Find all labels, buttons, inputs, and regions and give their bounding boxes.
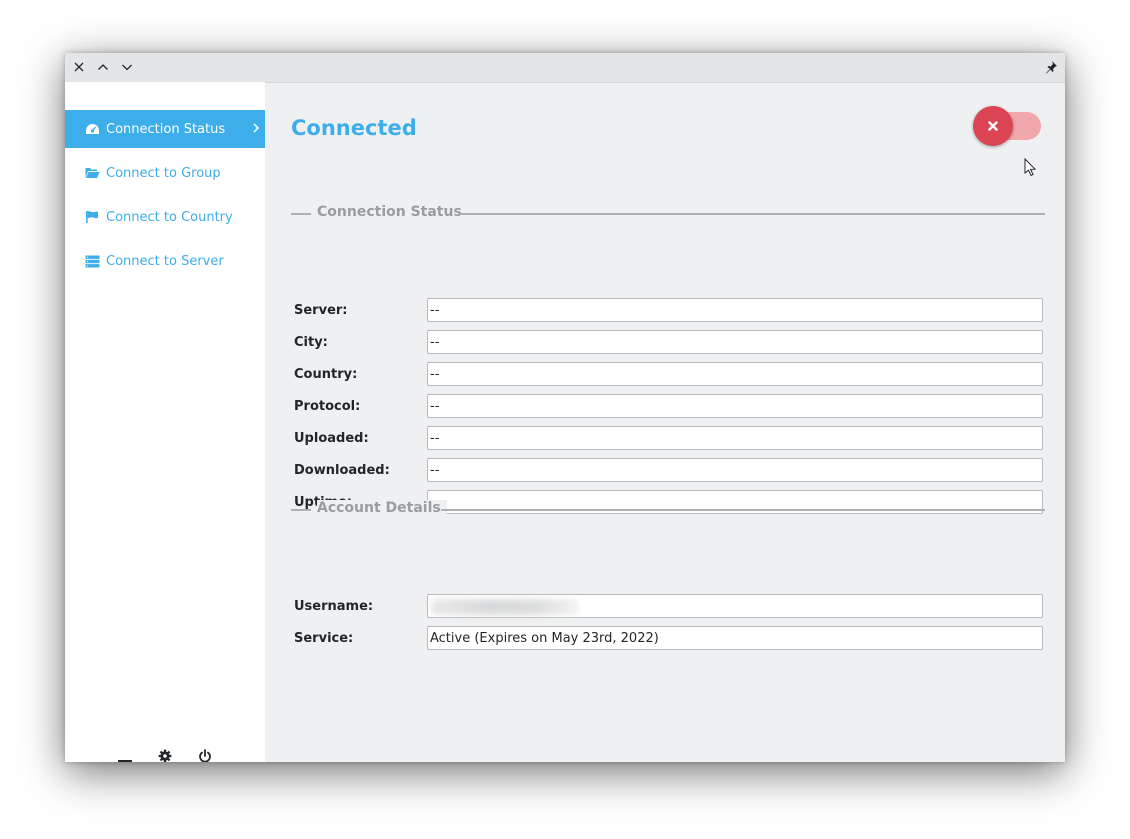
sidebar-item-connect-to-group[interactable]: Connect to Group	[65, 154, 265, 192]
chevron-right-icon	[251, 121, 261, 139]
connection-status-section-header: Connection Status	[291, 204, 1045, 224]
field-label: Server:	[294, 303, 348, 318]
username-field[interactable]	[427, 594, 1043, 618]
field-row-city: City: --	[294, 330, 1045, 356]
close-icon[interactable]	[71, 59, 87, 75]
mouse-cursor-icon	[1024, 157, 1038, 184]
city-field[interactable]: --	[427, 330, 1043, 354]
toggle-knob[interactable]	[973, 106, 1013, 146]
field-label: Service:	[294, 631, 354, 646]
maximize-icon[interactable]	[95, 59, 111, 75]
field-row-username: Username:	[294, 594, 1045, 620]
sidebar-item-connect-to-country[interactable]: Connect to Country	[65, 198, 265, 236]
protocol-field[interactable]: --	[427, 394, 1043, 418]
section-title: Account Details	[317, 500, 447, 516]
sidebar: Connection Status Connect to Group Conne…	[65, 82, 265, 762]
field-label: Downloaded:	[294, 463, 390, 478]
connection-toggle[interactable]	[973, 106, 1041, 146]
field-row-service: Service: Active (Expires on May 23rd, 20…	[294, 626, 1045, 652]
flag-icon	[84, 209, 100, 225]
divider	[291, 509, 311, 511]
field-row-uploaded: Uploaded: --	[294, 426, 1045, 452]
section-title: Connection Status	[317, 204, 468, 220]
sidebar-item-connect-to-server[interactable]: Connect to Server	[65, 242, 265, 280]
field-label: Username:	[294, 599, 374, 614]
sidebar-item-connection-status[interactable]: Connection Status	[65, 110, 265, 148]
connection-status-title: Connected	[291, 116, 417, 140]
field-row-downloaded: Downloaded: --	[294, 458, 1045, 484]
field-row-country: Country: --	[294, 362, 1045, 388]
server-icon	[84, 253, 100, 269]
service-field[interactable]: Active (Expires on May 23rd, 2022)	[427, 626, 1043, 650]
divider	[441, 509, 1045, 511]
folder-open-icon	[84, 165, 100, 181]
downloaded-field[interactable]: --	[427, 458, 1043, 482]
gear-icon[interactable]	[155, 747, 175, 762]
minimize-bar-icon[interactable]	[115, 747, 135, 762]
field-label: Uploaded:	[294, 431, 369, 446]
sidebar-item-label: Connect to Group	[106, 165, 221, 181]
app-window: Connection Status Connect to Group Conne…	[65, 53, 1065, 762]
sidebar-item-label: Connection Status	[106, 121, 226, 137]
pin-icon[interactable]	[1043, 59, 1059, 75]
field-label: Country:	[294, 367, 358, 382]
divider	[291, 213, 311, 215]
field-label: City:	[294, 335, 328, 350]
field-row-protocol: Protocol: --	[294, 394, 1045, 420]
minimize-icon[interactable]	[119, 59, 135, 75]
sidebar-item-label: Connect to Country	[106, 209, 233, 225]
field-label: Protocol:	[294, 399, 361, 414]
country-field[interactable]: --	[427, 362, 1043, 386]
uploaded-field[interactable]: --	[427, 426, 1043, 450]
close-x-icon	[987, 117, 999, 136]
main-panel: Connected Connection Status Server: -- C…	[265, 82, 1065, 762]
dashboard-icon	[84, 121, 100, 137]
server-field[interactable]: --	[427, 298, 1043, 322]
title-bar[interactable]	[65, 53, 1065, 83]
power-icon[interactable]	[195, 747, 215, 762]
account-details-section-header: Account Details	[291, 500, 1045, 520]
field-row-server: Server: --	[294, 298, 1045, 324]
sidebar-footer	[65, 747, 265, 762]
redacted-username	[431, 599, 579, 615]
sidebar-item-label: Connect to Server	[106, 253, 224, 269]
divider	[460, 213, 1045, 215]
